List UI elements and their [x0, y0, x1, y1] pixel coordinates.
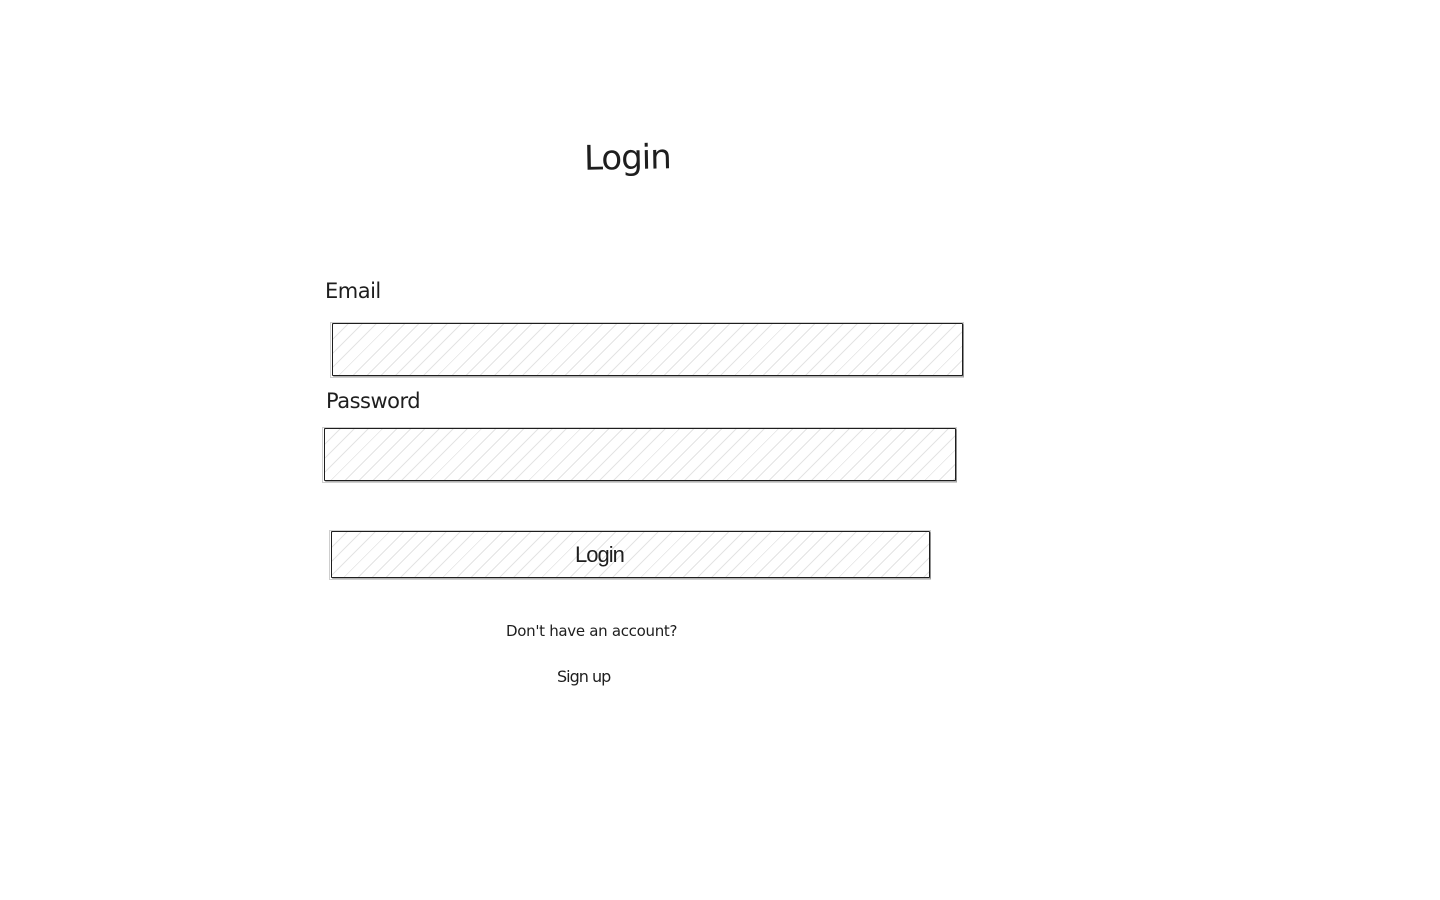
login-button[interactable]: Login [329, 530, 931, 580]
email-label: Email [325, 279, 381, 303]
password-input[interactable] [333, 436, 947, 473]
login-wireframe-canvas: Login Email Password Login Don't have an… [0, 0, 1440, 900]
signup-link[interactable]: Sign up [557, 666, 611, 688]
email-input[interactable] [341, 331, 954, 368]
page-title: Login [583, 137, 672, 179]
account-prompt: Don't have an account? [506, 622, 678, 640]
login-button-label: Login [575, 542, 625, 567]
password-field[interactable] [322, 427, 957, 483]
email-field[interactable] [330, 322, 964, 378]
password-label: Password [326, 389, 421, 413]
